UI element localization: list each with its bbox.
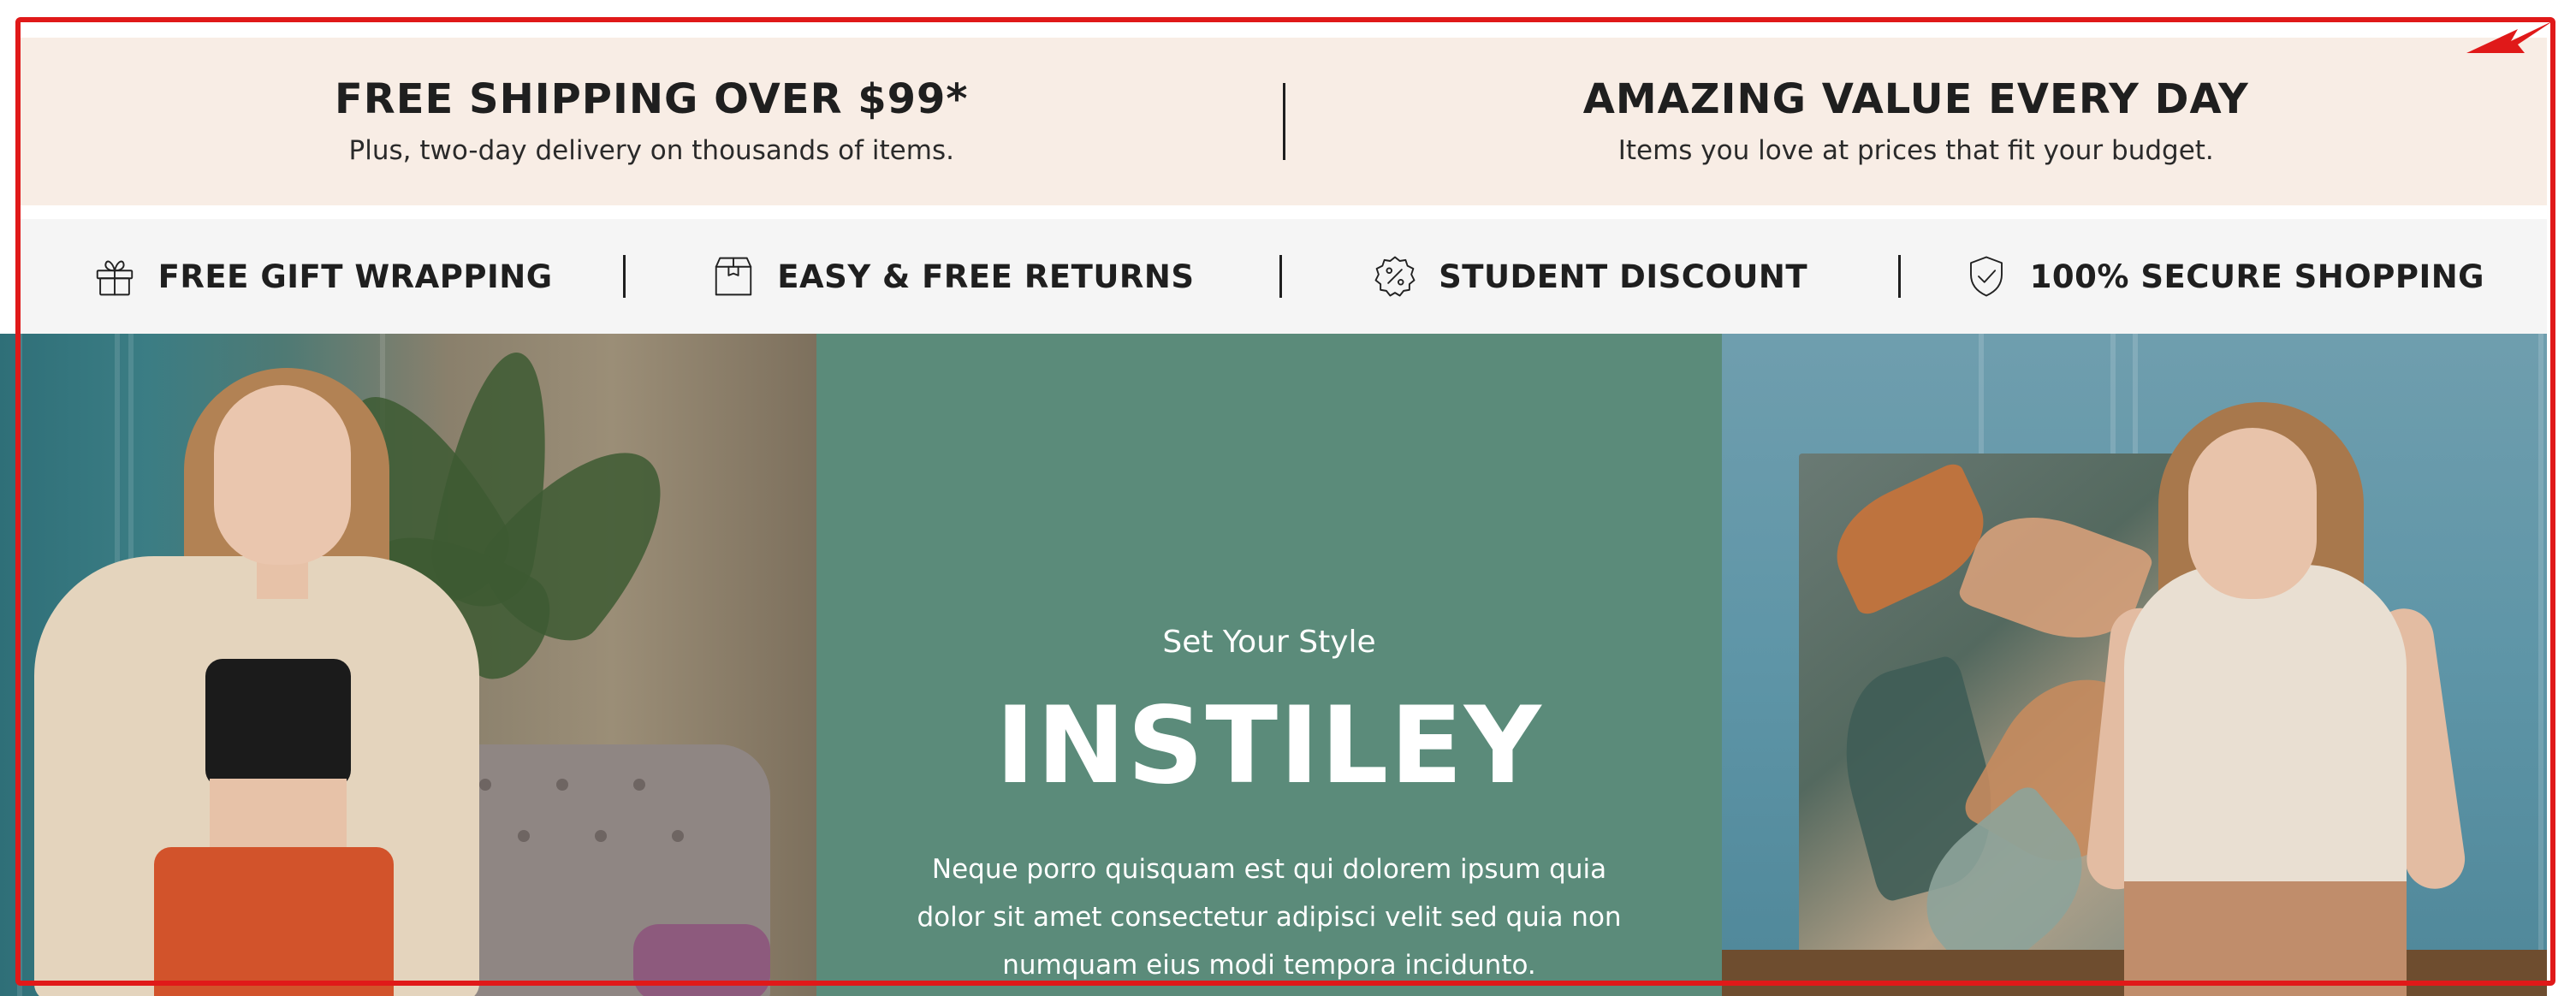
- feature-easy-free-returns[interactable]: EASY & FREE RETURNS: [626, 219, 1279, 334]
- feature-strip: FREE GIFT WRAPPING EASY & FREE RETURNS S…: [21, 219, 2547, 334]
- hero-banner: Set Your Style INSTILEY Neque porro quis…: [0, 334, 2547, 996]
- promo-title: FREE SHIPPING OVER $99*: [334, 74, 969, 123]
- gift-icon: [96, 260, 133, 296]
- promo-subtitle: Items you love at prices that fit your b…: [1617, 135, 2214, 167]
- feature-label: EASY & FREE RETURNS: [777, 258, 1195, 295]
- hero-kicker: Set Your Style: [1162, 625, 1376, 660]
- feature-free-gift-wrapping[interactable]: FREE GIFT WRAPPING: [21, 219, 623, 334]
- model-face: [214, 385, 351, 565]
- promo-amazing-value: AMAZING VALUE EVERY DAY Items you love a…: [1285, 74, 2548, 167]
- promo-title: AMAZING VALUE EVERY DAY: [1582, 74, 2249, 123]
- model-pants: [154, 847, 394, 996]
- model-top: [2124, 565, 2407, 907]
- hero-title: INSTILEY: [995, 685, 1543, 808]
- feature-label: STUDENT DISCOUNT: [1439, 258, 1808, 295]
- promo-subtitle: Plus, two-day delivery on thousands of i…: [348, 135, 954, 167]
- pillow: [633, 924, 770, 996]
- feature-student-discount[interactable]: STUDENT DISCOUNT: [1282, 219, 1898, 334]
- hero-description: Neque porro quisquam est qui dolorem ips…: [917, 854, 1622, 981]
- hero-text-panel: Set Your Style INSTILEY Neque porro quis…: [816, 334, 1722, 996]
- feature-label: FREE GIFT WRAPPING: [157, 258, 553, 295]
- promo-free-shipping: FREE SHIPPING OVER $99* Plus, two-day de…: [21, 74, 1283, 167]
- hero-image-right: [1722, 334, 2547, 996]
- feature-secure-shopping[interactable]: 100% SECURE SHOPPING: [1901, 219, 2547, 334]
- model-face: [2188, 428, 2317, 599]
- shield-check-icon: [1969, 256, 2003, 297]
- model-skirt: [2124, 881, 2407, 996]
- promo-band: FREE SHIPPING OVER $99* Plus, two-day de…: [21, 38, 2547, 205]
- model-top: [205, 659, 351, 787]
- feature-label: 100% SECURE SHOPPING: [2029, 258, 2485, 295]
- percent-badge-icon: [1374, 256, 1416, 297]
- hero-image-left: [0, 334, 816, 996]
- box-icon: [715, 257, 752, 296]
